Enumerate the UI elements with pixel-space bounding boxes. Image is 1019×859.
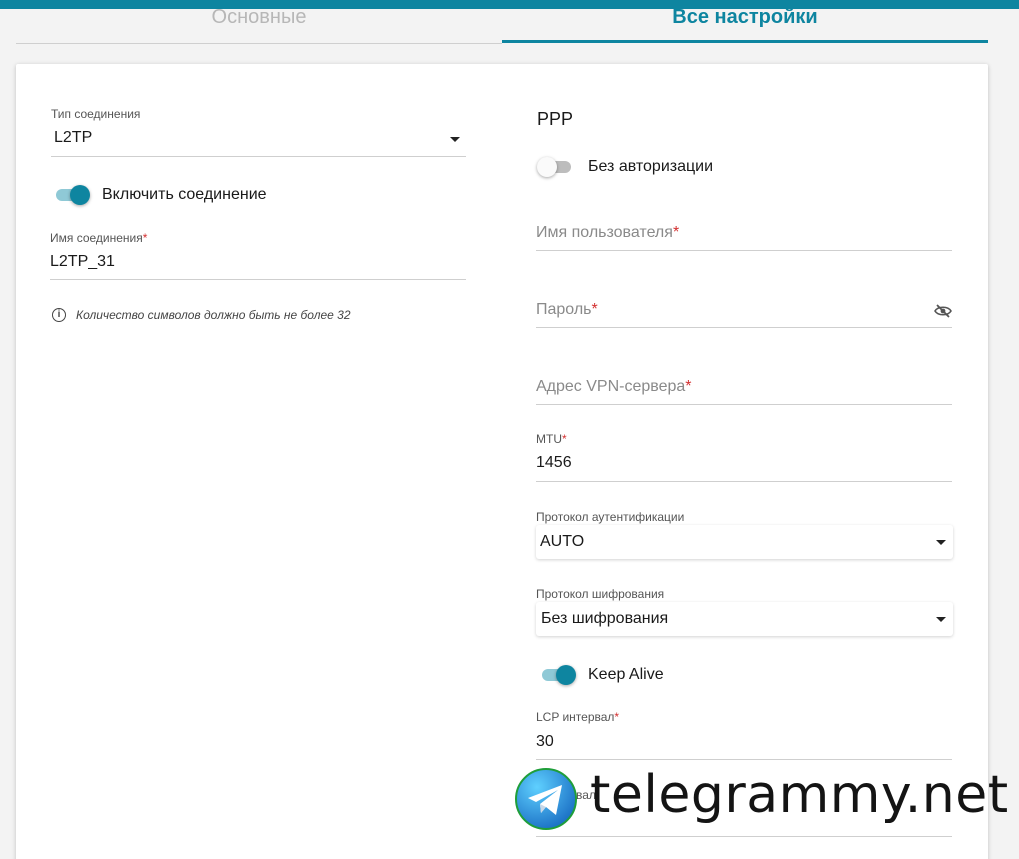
vpn-server-placeholder: Адрес VPN-сервера* (536, 378, 692, 396)
required-asterisk: * (142, 231, 148, 245)
mtu-underline (536, 481, 952, 482)
toggle-thumb (537, 157, 557, 177)
tab-active-indicator (502, 40, 988, 43)
mtu-label: MTU* (536, 432, 567, 446)
lcp-interval-label: LCP интервал* (536, 710, 619, 724)
watermark: telegrammy.net (514, 765, 1014, 835)
password-placeholder: Пароль* (536, 301, 598, 319)
connection-name-hint: Количество символов должно быть не более… (76, 308, 351, 322)
required-asterisk: * (672, 224, 680, 241)
toggle-thumb (70, 185, 90, 205)
no-auth-label: Без авторизации (588, 158, 714, 175)
tab-basic[interactable]: Основные (16, 6, 502, 36)
connection-name-input[interactable]: L2TP_31 (50, 253, 115, 271)
username-underline (536, 250, 952, 251)
required-asterisk: * (562, 432, 567, 446)
username-placeholder: Имя пользователя* (536, 224, 679, 242)
info-icon: i (52, 308, 66, 322)
encryption-protocol-select[interactable]: Без шифрования (536, 602, 953, 636)
telegram-logo-icon (515, 768, 577, 830)
username-input[interactable]: Имя пользователя* (536, 214, 952, 250)
required-asterisk: * (591, 301, 598, 318)
vpn-server-input[interactable]: Адрес VPN-сервера* (536, 368, 952, 404)
settings-card: Тип соединения L2TP Включить соединение … (16, 64, 988, 859)
connection-type-underline (51, 156, 466, 157)
tab-all-settings[interactable]: Все настройки (502, 6, 988, 36)
password-underline (536, 327, 952, 328)
no-auth-toggle[interactable] (537, 156, 573, 178)
auth-protocol-select[interactable]: AUTO (536, 525, 953, 559)
required-asterisk: * (614, 710, 620, 724)
tab-divider (16, 43, 502, 44)
password-input[interactable]: Пароль* (536, 291, 952, 327)
ppp-section-title: PPP (537, 109, 574, 129)
chevron-down-icon (936, 617, 946, 622)
auth-protocol-label: Протокол аутентификации (536, 510, 685, 524)
lcp-interval-underline (536, 759, 952, 760)
vpn-server-underline (536, 404, 952, 405)
keep-alive-toggle[interactable] (540, 664, 576, 686)
connection-name-label: Имя соединения* (50, 231, 147, 245)
auth-protocol-value: AUTO (540, 533, 585, 550)
vpn-server-placeholder-text: Адрес VPN-сервера (536, 378, 686, 395)
eye-off-icon[interactable] (934, 304, 952, 318)
encryption-protocol-value: Без шифрования (541, 610, 669, 627)
connection-type-label: Тип соединения (51, 107, 141, 121)
lcp-interval-label-text: LCP интервал (536, 710, 615, 724)
mtu-label-text: MTU (536, 432, 562, 446)
chevron-down-icon (936, 540, 946, 545)
keep-alive-label: Keep Alive (588, 666, 664, 683)
toggle-thumb (556, 665, 576, 685)
connection-name-underline (50, 279, 466, 280)
password-placeholder-text: Пароль (536, 301, 592, 318)
connection-name-label-text: Имя соединения (50, 231, 143, 245)
enable-connection-toggle[interactable] (54, 184, 90, 206)
mtu-input[interactable]: 1456 (536, 454, 572, 472)
lcp-interval-input[interactable]: 30 (536, 733, 554, 751)
connection-type-select[interactable]: L2TP (51, 122, 466, 156)
username-placeholder-text: Имя пользователя (536, 224, 673, 241)
encryption-protocol-label: Протокол шифрования (536, 587, 665, 601)
enable-connection-label: Включить соединение (102, 186, 267, 203)
partial-field-underline (536, 836, 952, 837)
connection-type-value: L2TP (54, 129, 93, 146)
chevron-down-icon (450, 137, 460, 142)
required-asterisk: * (685, 378, 692, 395)
watermark-text: telegrammy.net (590, 765, 1009, 825)
